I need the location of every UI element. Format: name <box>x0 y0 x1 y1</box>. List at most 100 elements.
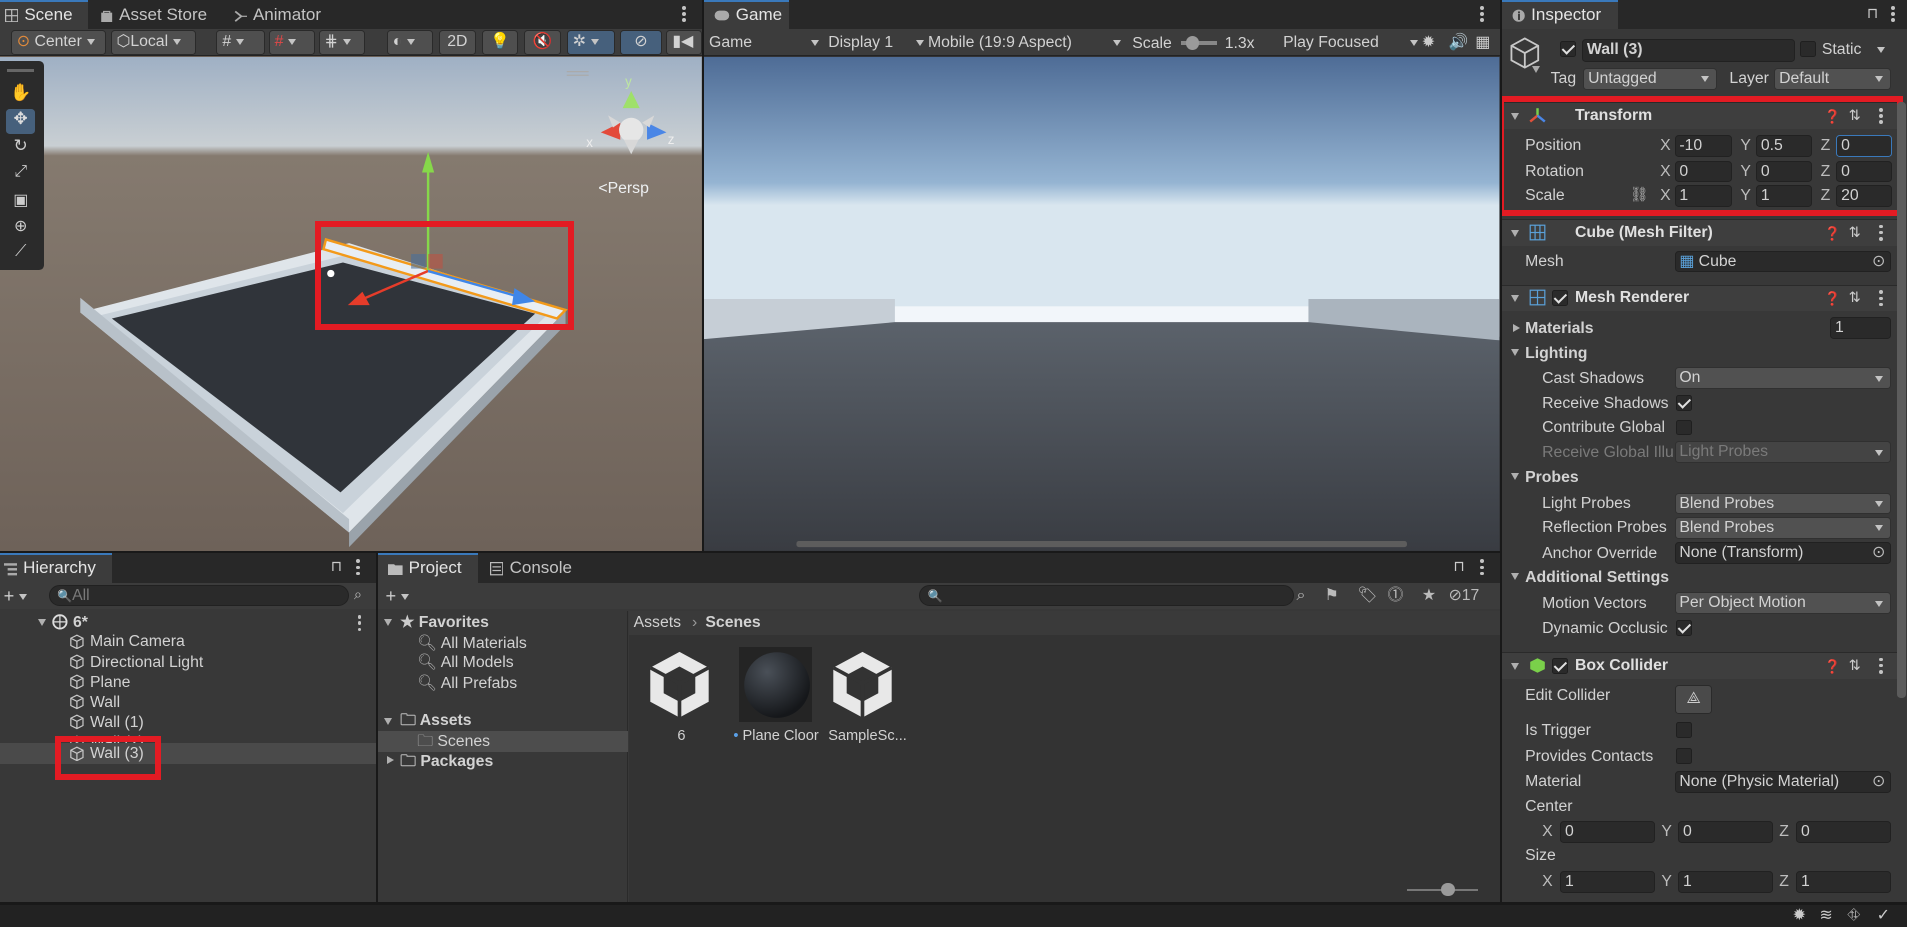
inspector-menu-icon[interactable] <box>1891 6 1895 22</box>
is-trigger-checkbox[interactable] <box>1675 722 1692 739</box>
asset-plane-material[interactable]: • Plane Cloor <box>733 647 830 744</box>
scene-menu-icon[interactable] <box>682 6 686 22</box>
tab-asset-store[interactable]: Asset Store <box>100 0 222 29</box>
icon-dropdown-icon[interactable] <box>1532 65 1541 73</box>
search-by-label-icon[interactable]: ⚑ <box>1324 586 1338 605</box>
inspector-scrollbar[interactable] <box>1897 102 1906 699</box>
tag-dropdown[interactable]: Untagged <box>1583 68 1718 90</box>
presets-icon[interactable]: ⇅ <box>1849 289 1861 308</box>
mesh-filter-header[interactable]: Cube (Mesh Filter) ❓ ⇅ <box>1502 218 1898 246</box>
scene-row[interactable]: 6* <box>0 613 376 632</box>
packages-folder[interactable]: 🗀 Packages <box>400 752 493 771</box>
hierarchy-item-wall[interactable]: Wall <box>0 693 376 712</box>
lock-icon[interactable]: ⊓ <box>1453 558 1464 577</box>
help-icon[interactable]: ❓ <box>1824 289 1841 308</box>
materials-foldout-icon[interactable] <box>1512 323 1520 332</box>
tag-icon[interactable]: 🏷 <box>1357 586 1377 605</box>
layer-dropdown[interactable]: Default <box>1774 68 1892 90</box>
light-probes-dropdown[interactable]: Blend Probes <box>1674 492 1892 515</box>
object-name-field[interactable]: Wall (3) <box>1582 38 1796 62</box>
help-icon[interactable]: ❓ <box>1824 657 1841 676</box>
increment-snap-button[interactable]: # <box>268 30 315 55</box>
aspect-dropdown[interactable]: Mobile (19:9 Aspect) <box>928 33 1121 52</box>
assets-folder[interactable]: 🗀 Assets <box>400 711 471 730</box>
component-menu-icon[interactable] <box>1879 290 1883 307</box>
lighting-foldout-icon[interactable] <box>1510 349 1519 356</box>
materials-count-field[interactable]: 1 <box>1830 317 1892 340</box>
tab-animator[interactable]: Animator <box>234 0 343 29</box>
project-search-input[interactable]: 🔍 <box>919 584 1295 606</box>
persp-label[interactable]: <Persp <box>598 179 649 198</box>
presets-icon[interactable]: ⇅ <box>1849 224 1861 243</box>
2d-toggle[interactable]: 2D <box>439 30 476 55</box>
search-filter-icon[interactable]: ⌕ <box>354 586 362 605</box>
create-add-button[interactable]: + <box>4 586 28 605</box>
search-by-type-icon[interactable]: ⌕ <box>1296 586 1305 605</box>
tab-scene[interactable]: Scene <box>0 0 88 30</box>
hierarchy-item-plane[interactable]: Plane <box>0 673 376 692</box>
receive-shadows-checkbox[interactable] <box>1675 395 1692 412</box>
mesh-renderer-header[interactable]: Mesh Renderer ❓ ⇅ <box>1502 284 1898 312</box>
tab-hierarchy[interactable]: Hierarchy <box>0 553 112 583</box>
mesh-renderer-enabled-checkbox[interactable] <box>1551 290 1568 307</box>
scale-tool-icon[interactable]: ⤢ <box>6 163 35 187</box>
dynamic-occlusion-checkbox[interactable] <box>1675 620 1692 637</box>
hierarchy-menu-icon[interactable] <box>356 559 360 576</box>
game-viewport[interactable] <box>704 57 1500 551</box>
edit-collider-button[interactable]: ⟁ <box>1674 684 1713 714</box>
additional-settings-foldout-icon[interactable] <box>1510 572 1519 580</box>
camera-settings-button[interactable]: ▮◀ <box>666 30 702 55</box>
hidden-packages-toggle[interactable]: ⊘17 <box>1448 586 1479 605</box>
probes-label[interactable]: Probes <box>1525 468 1579 487</box>
asset-scene-6[interactable]: 6 <box>643 647 728 744</box>
lock-icon[interactable]: ⊓ <box>331 558 342 577</box>
center-y-field[interactable]: 0 <box>1678 820 1774 843</box>
component-menu-icon[interactable] <box>1879 224 1883 241</box>
scale-slider[interactable] <box>1180 36 1218 50</box>
stats-icon[interactable]: ▦ <box>1475 33 1490 52</box>
hand-tool-icon[interactable]: ✋ <box>6 83 35 107</box>
component-menu-icon[interactable] <box>1879 657 1883 674</box>
size-z-field[interactable]: 1 <box>1796 870 1892 893</box>
game-menu-icon[interactable] <box>1480 6 1484 22</box>
cache-status-icon[interactable]: ≋ <box>1819 906 1832 925</box>
hierarchy-search-input[interactable]: 🔍All <box>48 584 350 606</box>
favorite-all-materials[interactable]: 🔍︎ All Materials <box>417 634 527 653</box>
motion-vectors-dropdown[interactable]: Per Object Motion <box>1674 592 1892 615</box>
favorites-label[interactable]: ★ Favorites <box>400 613 489 632</box>
transform-tool-icon[interactable]: ⊕ <box>6 216 35 240</box>
create-asset-button[interactable]: + <box>386 586 410 605</box>
contribute-global-checkbox[interactable] <box>1675 419 1692 436</box>
rotate-tool-icon[interactable]: ↻ <box>6 136 35 160</box>
lock-icon[interactable]: ⊓ <box>1867 5 1878 24</box>
rect-tool-icon[interactable]: ▣ <box>6 190 35 214</box>
play-mode-dropdown[interactable]: Play Focused <box>1283 33 1418 52</box>
probes-foldout-icon[interactable] <box>1510 473 1519 480</box>
foldout-arrow-icon[interactable] <box>384 619 393 626</box>
tab-inspector[interactable]: Inspector <box>1502 0 1618 30</box>
center-x-field[interactable]: 0 <box>1560 820 1656 843</box>
hierarchy-item-directional-light[interactable]: Directional Light <box>0 653 376 672</box>
help-icon[interactable]: ❓ <box>1824 224 1841 243</box>
breadcrumb-assets[interactable]: Assets <box>634 613 681 632</box>
network-status-icon[interactable]: ⛗ <box>1847 906 1860 925</box>
draw-mode-button[interactable]: ◐ <box>386 30 433 55</box>
bug-status-icon[interactable]: ✹ <box>1793 906 1806 925</box>
additional-settings-label[interactable]: Additional Settings <box>1525 568 1669 587</box>
reflection-probes-dropdown[interactable]: Blend Probes <box>1674 516 1892 539</box>
object-picker-icon[interactable]: ⊙ <box>1872 772 1885 791</box>
static-checkbox[interactable] <box>1799 41 1816 58</box>
hierarchy-item-wall-1[interactable]: Wall (1) <box>0 713 376 732</box>
zoom-slider[interactable] <box>1407 882 1478 897</box>
active-checkbox[interactable] <box>1560 41 1577 58</box>
tab-project[interactable]: Project <box>378 553 478 583</box>
speaker-icon[interactable]: 🔊 <box>1448 33 1468 52</box>
custom-tool-icon[interactable]: ⟋ <box>6 243 35 267</box>
cast-shadows-dropdown[interactable]: On <box>1674 367 1892 390</box>
tab-console[interactable]: Console <box>490 553 587 582</box>
pivot-dropdown[interactable]: ⊙ Center <box>10 30 106 55</box>
object-picker-icon[interactable]: ⊙ <box>1872 543 1885 562</box>
asset-sample-scene[interactable]: SampleSc... <box>826 647 918 744</box>
object-picker-icon[interactable]: ⊙ <box>1872 252 1885 271</box>
scale-slider-thumb[interactable] <box>1185 36 1200 50</box>
